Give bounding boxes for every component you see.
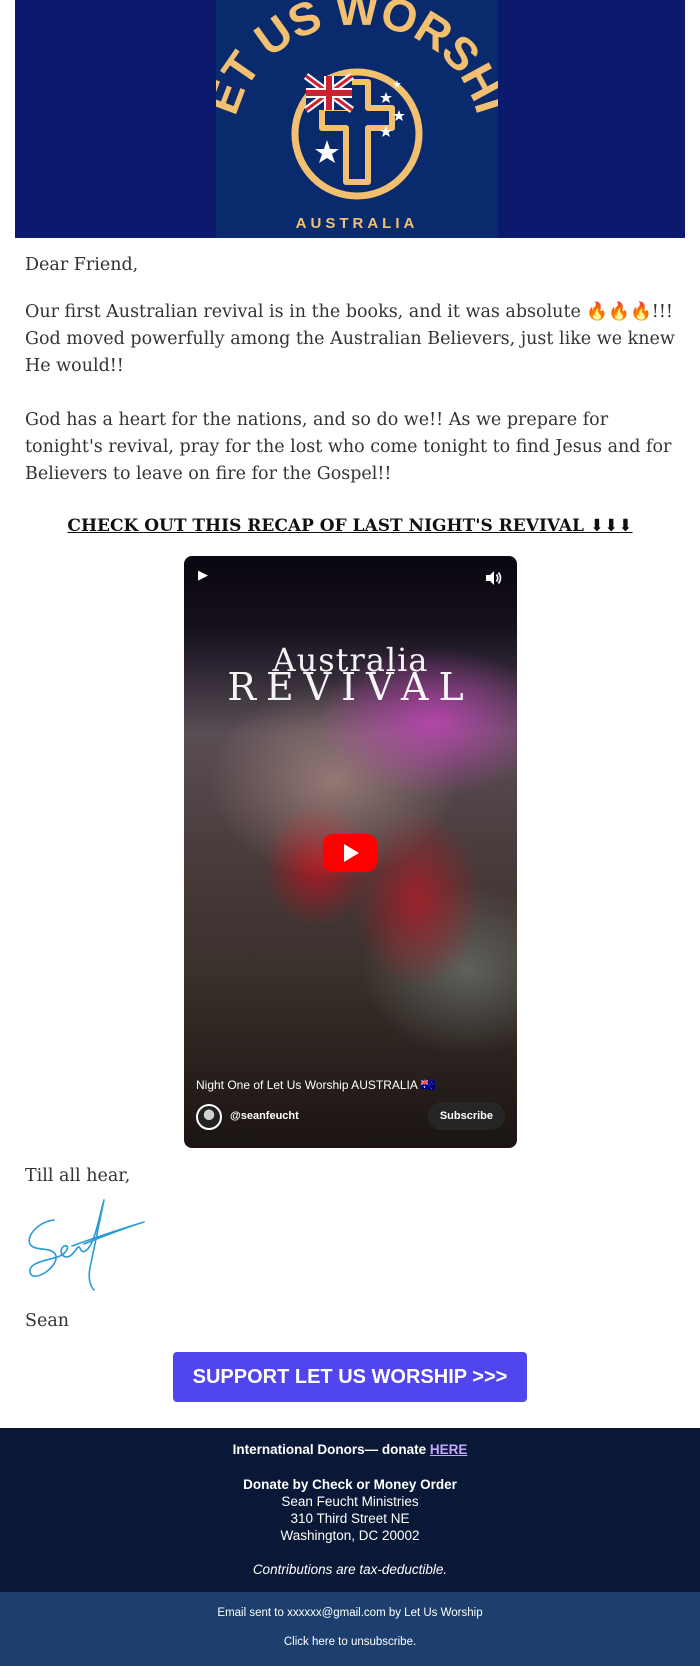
video-embed[interactable]: ▶ Australia REVIVAL Night One of Let Us … (184, 556, 517, 1148)
support-button[interactable]: SUPPORT LET US WORSHIP >>> (173, 1352, 527, 1402)
paragraph-1-before: Our first Australian revival is in the b… (25, 302, 587, 322)
logo-arc-text: LET US WORSHIP (216, 0, 498, 121)
tax-note: Contributions are tax-deductible. (252, 1562, 448, 1577)
recap-heading-link[interactable]: CHECK OUT THIS RECAP OF LAST NIGHT'S REV… (0, 516, 700, 536)
union-jack-icon (303, 73, 355, 113)
channel-avatar[interactable] (196, 1104, 222, 1130)
donation-footer: International Donors— donate HERE Donate… (0, 1428, 700, 1592)
greeting: Dear Friend, (25, 255, 139, 275)
volume-icon[interactable] (483, 568, 503, 588)
email-header: LET US WORSHIP AUSTRALIA (15, 0, 685, 238)
org-name: Sean Feucht Ministries (281, 1494, 419, 1509)
fire-emoji-icon: 🔥🔥🔥 (586, 302, 652, 322)
paragraph-2: God has a heart for the nations, and so … (25, 410, 672, 484)
subscribe-button[interactable]: Subscribe (427, 1102, 505, 1130)
street-address: 310 Third Street NE (290, 1511, 410, 1526)
video-caption: Night One of Let Us Worship AUSTRALIA 🇦🇺 (196, 1078, 436, 1092)
video-overlay-title: Australia REVIVAL (184, 644, 517, 709)
sent-to-text: Email sent to xxxxxx@gmail.com by Let Us… (217, 1607, 483, 1619)
paragraph-1: Our first Australian revival is in the b… (25, 299, 675, 380)
logo-subtext: AUSTRALIA (296, 215, 419, 232)
let-us-worship-logo: LET US WORSHIP AUSTRALIA (216, 0, 498, 238)
youtube-play-button-icon[interactable] (323, 834, 377, 872)
signer-name: Sean (25, 1311, 70, 1331)
video-overlay-line-2: REVIVAL (227, 665, 474, 709)
international-donors-line: International Donors— donate HERE (0, 1442, 700, 1457)
donate-here-link[interactable]: HERE (430, 1442, 468, 1457)
svg-text:LET US WORSHIP: LET US WORSHIP (216, 0, 498, 121)
city-address: Washington, DC 20002 (280, 1528, 420, 1543)
unsubscribe-link[interactable]: Click here to unsubscribe. (0, 1636, 700, 1648)
play-icon[interactable]: ▶ (198, 568, 218, 588)
international-donors-text: International Donors— donate (232, 1442, 430, 1457)
check-donation-heading: Donate by Check or Money Order (243, 1477, 457, 1492)
email-subfooter: Email sent to xxxxxx@gmail.com by Let Us… (0, 1592, 700, 1666)
signoff: Till all hear, (25, 1166, 131, 1186)
signature-image (28, 1199, 145, 1291)
channel-name[interactable]: @seanfeucht (230, 1110, 299, 1122)
